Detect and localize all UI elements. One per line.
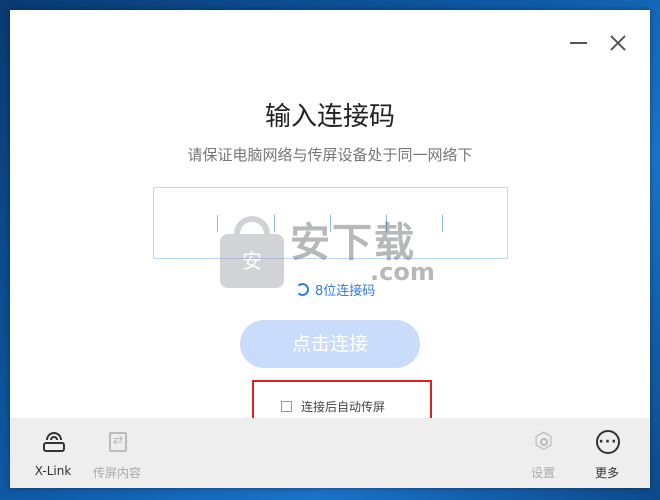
nav-item-cast-content[interactable]: ⇄ 传屏内容 [82,418,152,488]
watermark-domain: .com [370,258,435,286]
auto-cast-checkbox[interactable] [281,401,292,412]
minimize-button[interactable] [568,32,590,54]
nav-item-more[interactable]: ··· 更多 [572,418,642,488]
auto-cast-option[interactable]: 连接后自动传屏 [281,398,385,415]
page-subtitle: 请保证电脑网络与传屏设备处于同一网络下 [187,146,473,164]
connect-button[interactable]: 点击连接 [240,320,420,368]
bottom-nav: X-Link ⇄ 传屏内容 ⬡ 设置 ··· 更多 [10,418,650,488]
close-button[interactable] [607,32,629,54]
swap-icon [296,283,309,296]
auto-cast-label: 连接后自动传屏 [301,400,386,414]
nav-label: X-Link [34,464,72,478]
router-icon [42,430,66,454]
nav-item-xlink[interactable]: X-Link [18,418,88,488]
code-type-label: 8位连接码 [315,284,376,299]
cast-content-icon: ⇄ [106,430,130,454]
watermark-bag-icon: 安 [220,216,284,288]
app-window: 输入连接码 请保证电脑网络与传屏设备处于同一网络下 安 安下载 .com 8位连… [10,10,650,488]
more-icon: ··· [596,430,620,454]
nav-label: 更多 [594,466,619,480]
settings-icon: ⬡ [534,429,554,454]
nav-item-settings[interactable]: ⬡ 设置 [508,418,578,488]
code-digit-divider [442,215,443,232]
page-title: 输入连接码 [264,102,395,132]
nav-label: 传屏内容 [92,466,141,480]
code-digit-divider [217,215,218,232]
nav-label: 设置 [530,466,555,480]
code-type-toggle[interactable]: 8位连接码 [296,280,375,299]
